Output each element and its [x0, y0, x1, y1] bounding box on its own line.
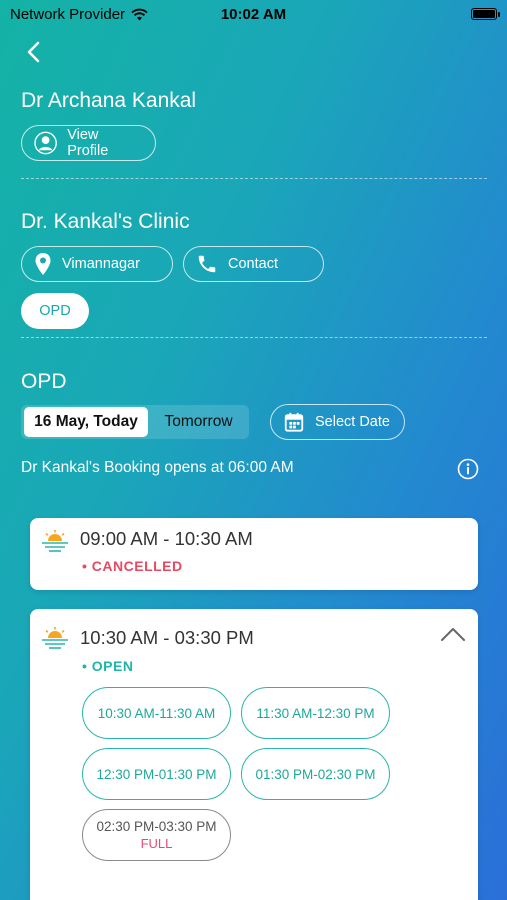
session-status: • OPEN: [82, 658, 134, 674]
doctor-name: Dr Archana Kankal: [21, 89, 197, 112]
battery-icon: [471, 8, 500, 20]
view-profile-button[interactable]: View Profile: [21, 125, 156, 161]
time-slot-label: 12:30 PM-01:30 PM: [96, 766, 217, 782]
info-icon[interactable]: [457, 458, 479, 480]
location-pin-icon: [35, 253, 51, 275]
select-date-button[interactable]: Select Date: [270, 404, 405, 440]
time-slot-button[interactable]: 12:30 PM-01:30 PM: [82, 748, 231, 800]
divider: [21, 178, 487, 179]
day-tabs: 16 May, Today Tomorrow: [21, 405, 249, 439]
contact-label: Contact: [228, 256, 278, 272]
full-badge: FULL: [140, 836, 173, 851]
time-slot-label: 11:30 AM-12:30 PM: [256, 705, 375, 721]
session-status-label: OPEN: [91, 658, 134, 674]
status-left: Network Provider: [10, 6, 148, 23]
tab-tomorrow[interactable]: Tomorrow: [148, 413, 249, 431]
time-slot-button[interactable]: 11:30 AM-12:30 PM: [241, 687, 390, 739]
sunrise-icon: [42, 627, 68, 649]
session-status: • CANCELLED: [82, 558, 183, 574]
time-slot-button[interactable]: 10:30 AM-11:30 AM: [82, 687, 231, 739]
time-slot-label: 01:30 PM-02:30 PM: [255, 766, 376, 782]
location-label: Vimannagar: [62, 256, 140, 272]
time-slot-label: 02:30 PM-03:30 PM: [96, 819, 217, 834]
select-date-label: Select Date: [315, 414, 390, 430]
user-icon: [34, 131, 57, 155]
opd-chip[interactable]: OPD: [21, 293, 89, 329]
session-card[interactable]: 09:00 AM - 10:30 AM • CANCELLED: [30, 518, 478, 590]
session-time: 10:30 AM - 03:30 PM: [80, 627, 254, 648]
status-bar: Network Provider 10:02 AM: [0, 0, 507, 28]
wifi-icon: [131, 8, 148, 20]
chevron-up-icon[interactable]: [440, 625, 466, 643]
time-slot-label: 10:30 AM-11:30 AM: [97, 705, 216, 721]
divider: [21, 337, 487, 338]
view-profile-label: View Profile: [67, 127, 109, 159]
tab-today[interactable]: 16 May, Today: [24, 407, 148, 437]
status-time: 10:02 AM: [220, 5, 287, 23]
time-slot-button[interactable]: 01:30 PM-02:30 PM: [241, 748, 390, 800]
calendar-icon: [284, 412, 304, 432]
session-status-label: CANCELLED: [91, 558, 183, 574]
session-card[interactable]: 10:30 AM - 03:30 PM • OPEN 10:30 AM-11:3…: [30, 609, 478, 900]
carrier-label: Network Provider: [10, 5, 126, 23]
back-icon[interactable]: [22, 40, 46, 64]
contact-button[interactable]: Contact: [183, 246, 324, 282]
clinic-name: Dr. Kankal's Clinic: [21, 210, 190, 233]
session-time: 09:00 AM - 10:30 AM: [80, 528, 253, 549]
sunrise-icon: [42, 530, 68, 552]
booking-note: Dr Kankal's Booking opens at 06:00 AM: [21, 459, 294, 476]
phone-icon: [198, 255, 216, 273]
time-slot-full: 02:30 PM-03:30 PM FULL: [82, 809, 231, 861]
opd-section-title: OPD: [21, 370, 67, 393]
location-button[interactable]: Vimannagar: [21, 246, 173, 282]
